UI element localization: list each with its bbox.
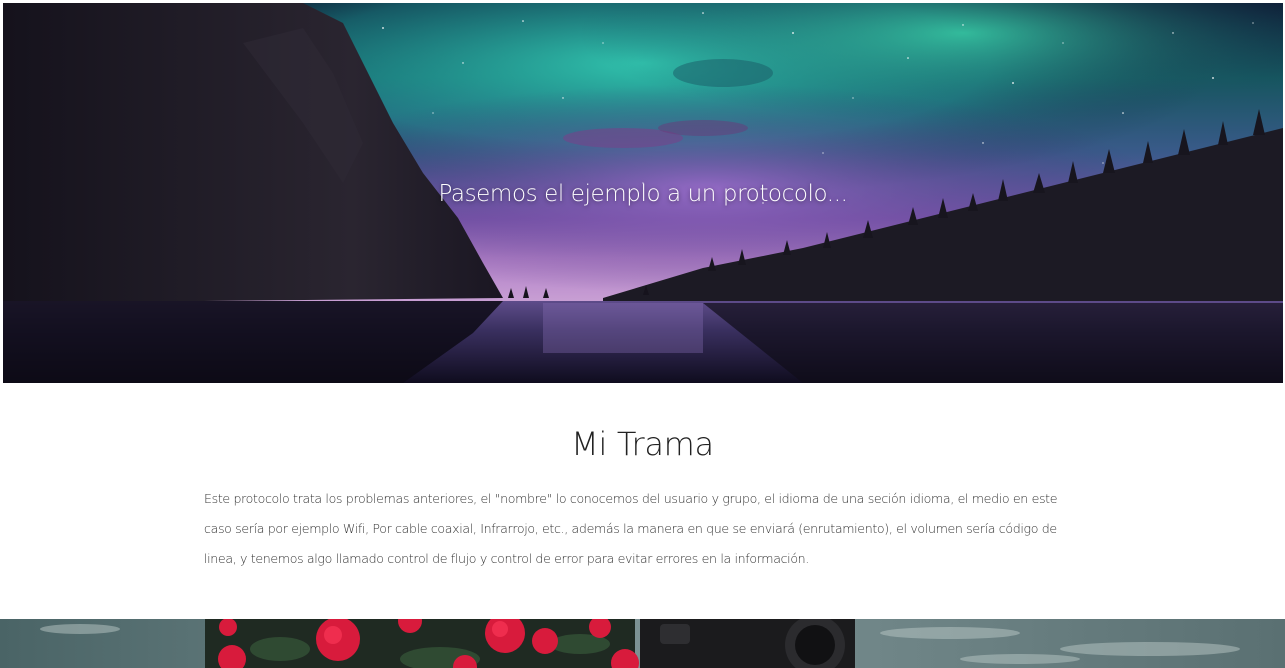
hero-banner: Pasemos el ejemplo a un protocolo... (3, 3, 1283, 383)
section-title: Mi Trama (571, 425, 714, 463)
roses-banner-image (0, 619, 1285, 668)
roses-image (0, 619, 1285, 668)
section-body: Este protocolo trata los problemas anter… (204, 491, 1058, 566)
page: Pasemos el ejemplo a un protocolo... Mi … (0, 0, 1285, 668)
content-section: Mi Trama Este protocolo trata los proble… (0, 383, 1285, 619)
hero-caption: Pasemos el ejemplo a un protocolo... (438, 181, 848, 207)
